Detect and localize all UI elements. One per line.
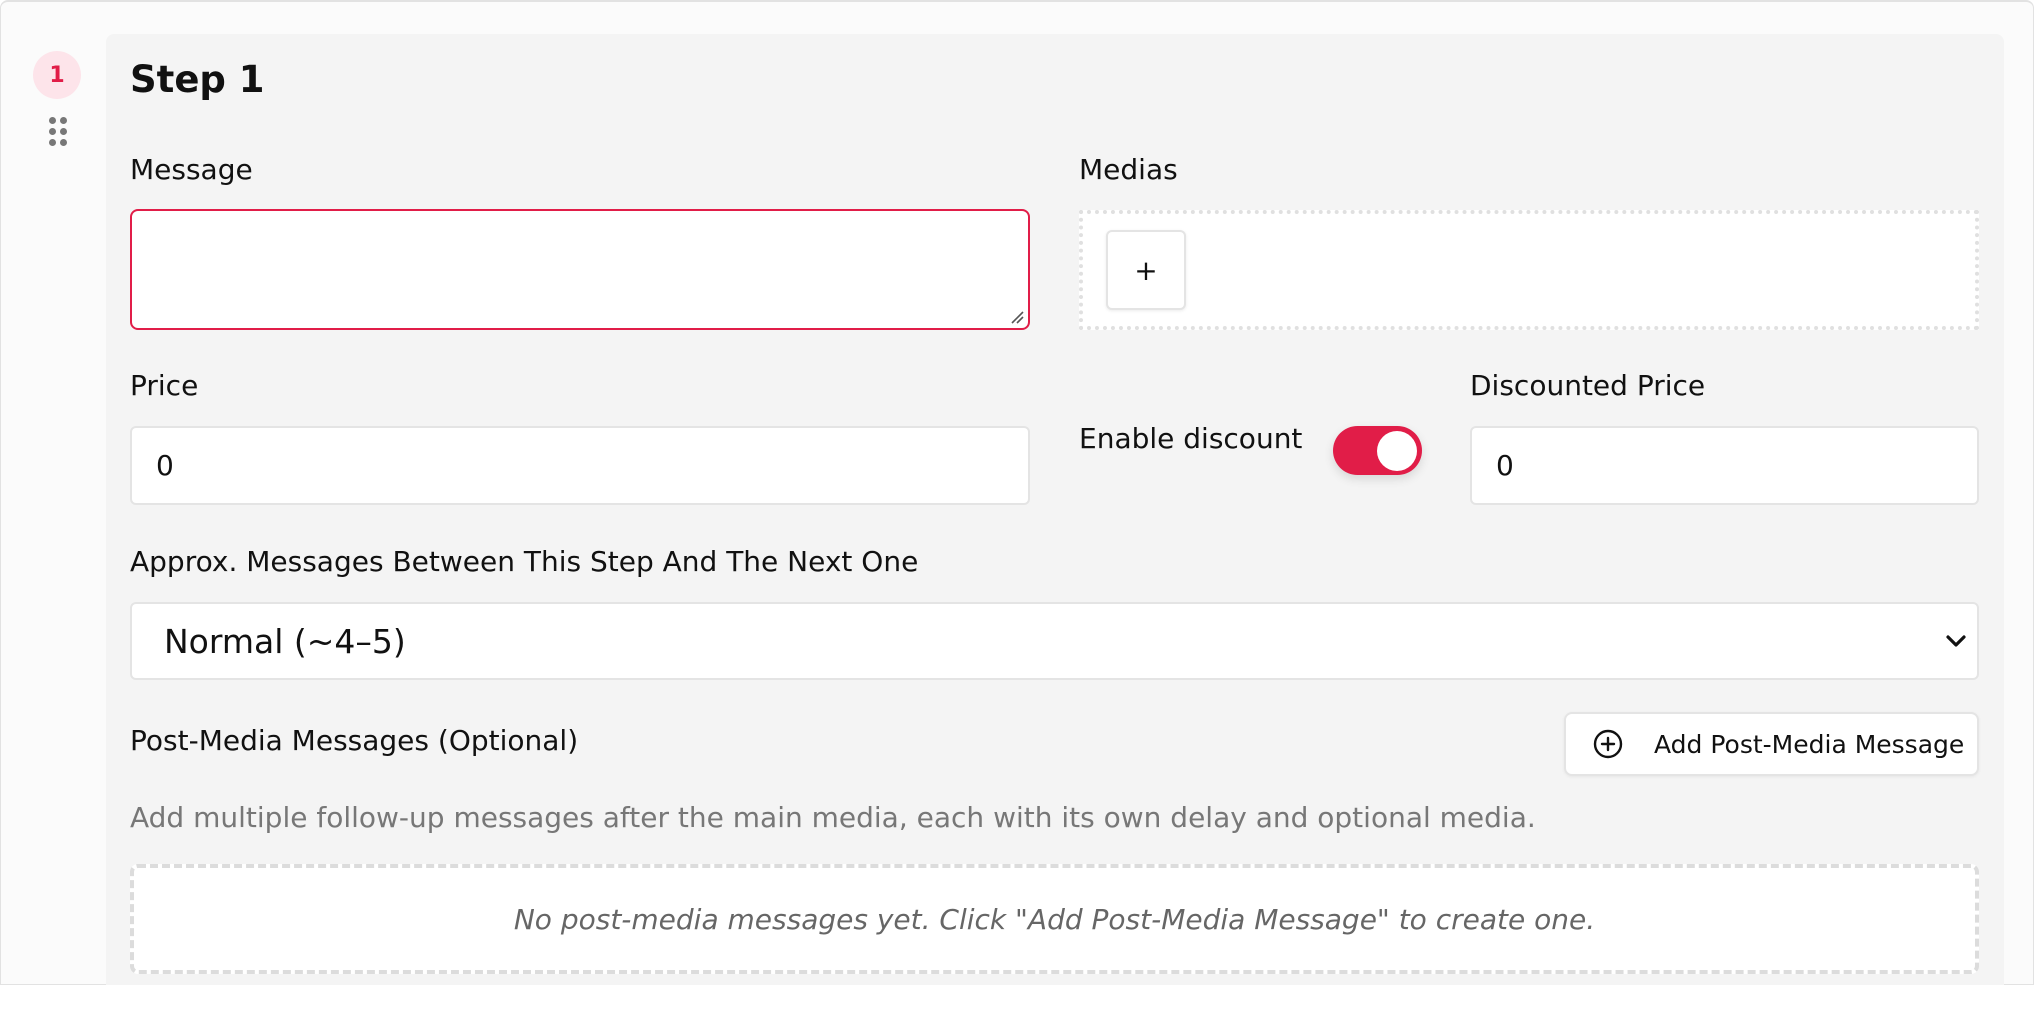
- resize-grip-icon[interactable]: [1010, 310, 1024, 324]
- medias-dropzone[interactable]: [1079, 210, 1979, 330]
- discounted-price-input[interactable]: 0: [1470, 426, 1979, 505]
- message-label: Message: [130, 153, 253, 186]
- medias-label: Medias: [1079, 153, 1178, 186]
- frequency-label: Approx. Messages Between This Step And T…: [130, 545, 919, 578]
- message-textarea[interactable]: [130, 209, 1030, 330]
- frequency-select[interactable]: Normal (~4–5): [130, 602, 1979, 680]
- drag-handle-icon[interactable]: [49, 117, 67, 147]
- price-input[interactable]: 0: [130, 426, 1030, 505]
- price-label: Price: [130, 369, 199, 402]
- discounted-price-label: Discounted Price: [1470, 369, 1706, 402]
- add-post-media-label: Add Post-Media Message: [1654, 729, 1965, 759]
- step-number-badge: 1: [33, 51, 81, 99]
- post-media-empty-state: No post-media messages yet. Click "Add P…: [130, 864, 1979, 974]
- empty-state-text: No post-media messages yet. Click "Add P…: [513, 902, 1596, 936]
- plus-circle-icon: [1593, 729, 1623, 759]
- toggle-knob: [1377, 431, 1417, 471]
- add-media-button[interactable]: +: [1106, 230, 1186, 310]
- chevron-down-icon: [1946, 635, 1966, 647]
- enable-discount-label: Enable discount: [1079, 422, 1303, 455]
- enable-discount-toggle[interactable]: [1333, 426, 1422, 475]
- add-post-media-button[interactable]: Add Post-Media Message: [1564, 712, 1979, 776]
- post-media-hint: Add multiple follow-up messages after th…: [130, 801, 1536, 834]
- post-media-title: Post-Media Messages (Optional): [130, 724, 579, 757]
- frequency-selected-value: Normal (~4–5): [164, 621, 406, 661]
- step-title: Step 1: [130, 58, 265, 101]
- step-card: [106, 34, 2004, 985]
